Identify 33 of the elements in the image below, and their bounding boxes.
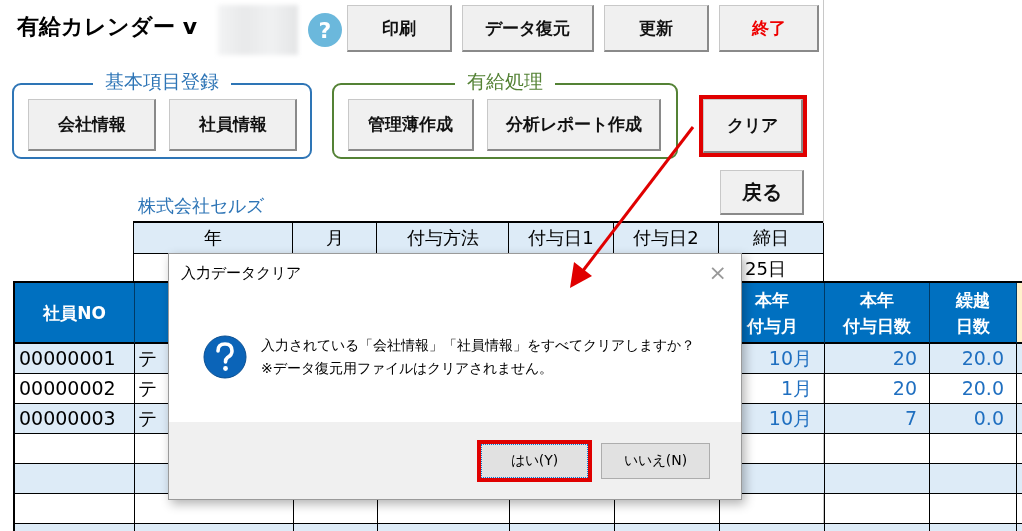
table-cell: 20.0 <box>930 344 1017 374</box>
toolbar-button[interactable]: データ復元 <box>462 5 594 52</box>
column-header: 本年 付与日数 <box>825 283 930 344</box>
question-icon <box>203 335 247 379</box>
toolbar-button[interactable]: 印刷 <box>347 5 452 52</box>
sheet-button[interactable]: 社員情報 <box>169 99 297 151</box>
column-header: 付与日2 <box>614 223 719 254</box>
column-header: 年 <box>134 223 293 254</box>
table-cell: 0.0 <box>930 404 1017 434</box>
column-header: 付与日1 <box>509 223 614 254</box>
sheet-button[interactable]: 会社情報 <box>28 99 156 151</box>
clear-button[interactable]: クリア <box>703 99 803 153</box>
app-title: 有給カレンダー v <box>17 13 197 41</box>
table-cell: 20 <box>825 344 930 374</box>
dialog-button[interactable]: いいえ(N) <box>601 442 710 479</box>
column-header: 月 <box>293 223 377 254</box>
group-title: 有給処理 <box>455 69 555 93</box>
company-name: 株式会社セルズ <box>138 194 264 218</box>
sheet-button[interactable]: 分析レポート作成 <box>487 99 661 151</box>
exit-button[interactable]: 終了 <box>719 5 819 52</box>
toolbar-button[interactable]: 更新 <box>604 5 709 52</box>
group-title: 基本項目登録 <box>93 69 231 93</box>
column-header: 付与方法 <box>377 223 509 254</box>
column-header: 締日 <box>719 223 824 254</box>
table-cell: 00000001 <box>15 344 135 374</box>
dialog-button[interactable]: はい(Y) <box>481 443 588 478</box>
back-button[interactable]: 戻る <box>720 170 804 215</box>
table-cell: 00000003 <box>15 404 135 434</box>
sheet-button[interactable]: 管理薄作成 <box>348 99 474 151</box>
column-header: 社員NO <box>15 283 135 344</box>
column-header: 繰越 日数 <box>930 283 1017 344</box>
dialog-title: 入力データクリア <box>181 263 301 283</box>
table-cell: 7 <box>825 404 930 434</box>
